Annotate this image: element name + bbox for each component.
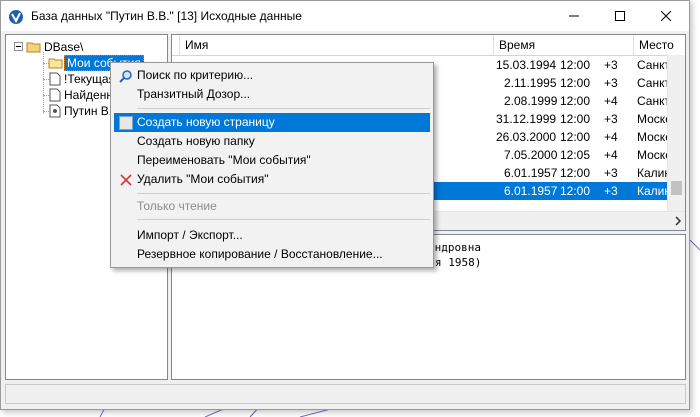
vertical-scrollbar[interactable] [667,55,685,213]
cell-date: 6.01.1957 [504,184,558,198]
cell-date: 7.05.2000 [504,148,558,162]
menu-item-read-only: Только чтение [114,197,430,216]
cell-place: Санкт [637,94,670,108]
cell-date: 31.12.1999 [496,112,557,126]
cell-time: 12:00 [560,166,591,180]
cell-time: 12:00 [560,184,591,198]
folder-open-icon [26,42,41,53]
cell-time: 12:00 [560,76,591,90]
person-document-icon [49,104,61,118]
header-spacer [172,35,180,55]
menu-item-create-folder[interactable]: Создать новую папку [114,132,430,151]
cell-tz: +3 [604,184,618,198]
cell-date: 2.08.1999 [504,94,558,108]
menu-item-search[interactable]: Поиск по критерию... [114,66,430,85]
cell-time: 12:00 [560,112,591,126]
minimize-icon [569,15,579,17]
menu-item-label: Переименовать "Мои события" [137,153,311,167]
cell-time: 12:00 [560,58,591,72]
menu-item-label: Создать новую страницу [137,115,275,129]
cell-place: Санкт [637,58,670,72]
document-icon [49,88,61,102]
menu-item-label: Резервное копирование / Восстановление..… [137,247,383,261]
cell-tz: +3 [604,76,618,90]
scrollbar-thumb[interactable] [671,181,682,195]
tree-collapse-toggle[interactable] [14,42,23,51]
cell-tz: +4 [604,130,618,144]
cell-tz: +3 [604,58,618,72]
title-bar[interactable]: База данных "Путин В.В." [13] Исходные д… [1,1,689,31]
menu-item-backup-restore[interactable]: Резервное копирование / Восстановление..… [114,245,430,264]
cell-date: 26.03.2000 [496,130,557,144]
menu-item-transit-watch[interactable]: Транзитный Дозор... [114,85,430,104]
menu-item-label: Удалить "Мои события" [137,172,269,186]
cell-place: Калин [637,166,671,180]
app-logo-icon [9,10,23,24]
column-header-name[interactable]: Имя [180,35,494,55]
document-icon [49,72,61,86]
menu-separator [137,193,430,194]
menu-item-label: Только чтение [137,199,217,213]
cell-time: 12:00 [560,94,591,108]
cell-date: 2.11.1995 [504,76,557,90]
tree-item-label: Найденн [64,88,113,102]
tree-item-current[interactable]: !Текущая [48,71,117,87]
column-header-place[interactable]: Место [634,35,685,55]
column-header-time[interactable]: Время [494,35,634,55]
menu-item-rename[interactable]: Переименовать "Мои события" [114,151,430,170]
table-header: Имя Время Место [172,35,685,56]
minimize-button[interactable] [551,1,597,31]
tree-item-root[interactable]: DBase\ [26,39,85,55]
tree-item-found[interactable]: Найденн [48,87,115,103]
cell-date: 15.03.1994 [496,58,557,72]
menu-item-label: Импорт / Экспорт... [137,228,243,242]
tree-item-label: DBase\ [44,40,84,54]
cell-place: Санкт [637,76,670,90]
tree-guide-line [43,52,44,113]
menu-item-label: Поиск по критерию... [137,68,254,82]
context-menu: Поиск по критерию... Транзитный Дозор...… [110,62,434,268]
menu-separator [137,108,430,109]
chevron-right-icon[interactable] [674,216,682,226]
menu-item-label: Создать новую папку [137,134,255,148]
delete-x-icon [118,172,134,188]
cell-time: 12:05 [560,148,591,162]
maximize-icon [615,11,625,21]
magnifier-icon [118,68,134,84]
menu-item-import-export[interactable]: Импорт / Экспорт... [114,226,430,245]
detail-line: андровна [428,241,481,254]
menu-item-create-page[interactable]: Создать новую страницу [114,113,430,132]
maximize-button[interactable] [597,1,643,31]
menu-item-delete[interactable]: Удалить "Мои события" [114,170,430,189]
folder-icon [48,58,63,69]
close-icon [661,11,671,21]
menu-item-label: Транзитный Дозор... [137,87,251,101]
blank-icon [118,115,134,131]
status-bar [5,384,686,404]
menu-separator [137,219,430,220]
cell-time: 12:00 [560,130,591,144]
cell-tz: +3 [604,166,618,180]
cell-tz: +3 [604,112,618,126]
close-button[interactable] [643,1,689,31]
cell-date: 6.01.1957 [504,166,558,180]
tree-item-label: !Текущая [64,72,116,86]
cell-tz: +4 [604,94,618,108]
cell-tz: +4 [604,148,618,162]
detail-line: я 1958) [435,256,482,269]
cell-place: Калин [637,184,671,198]
window-title: База данных "Путин В.В." [13] Исходные д… [31,9,302,23]
